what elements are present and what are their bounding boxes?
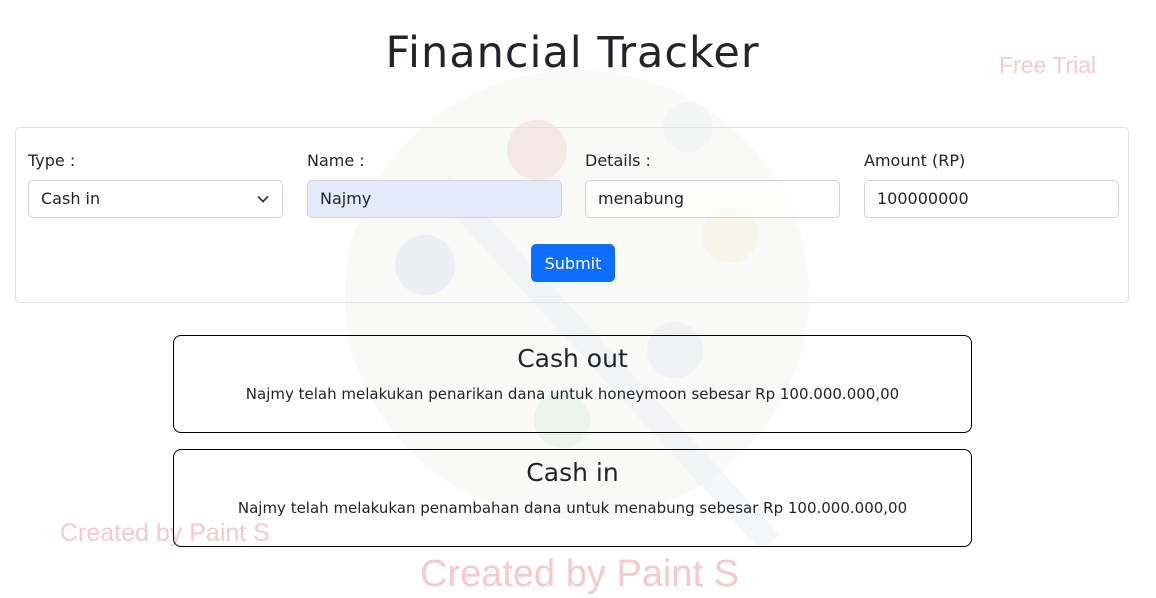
name-input[interactable]: Najmy: [307, 180, 562, 218]
created-by-watermark-large: Created by Paint S: [420, 553, 739, 595]
name-label: Name :: [307, 151, 365, 170]
transaction-type: Cash in: [526, 458, 619, 487]
page-title: Financial Tracker: [385, 28, 760, 78]
transaction-form: Type : Cash in Name : Najmy Details : me…: [15, 127, 1129, 303]
transaction-description: Najmy telah melakukan penarikan dana unt…: [245, 385, 900, 403]
details-input[interactable]: menabung: [585, 180, 840, 218]
type-label: Type :: [28, 151, 76, 170]
type-select[interactable]: Cash in: [28, 180, 283, 218]
type-field: Type : Cash in: [28, 151, 283, 218]
details-label: Details :: [585, 151, 651, 170]
amount-input[interactable]: 100000000: [864, 180, 1119, 218]
transaction-card: Cash in Najmy telah melakukan penambahan…: [173, 449, 972, 547]
amount-label: Amount (RP): [864, 151, 966, 170]
type-select-value: Cash in: [41, 189, 101, 208]
submit-button[interactable]: Submit: [531, 244, 615, 282]
chevron-down-icon: [257, 195, 269, 203]
transaction-description: Najmy telah melakukan penambahan dana un…: [237, 499, 908, 517]
details-field: Details : menabung: [585, 151, 840, 218]
name-field: Name : Najmy: [307, 151, 562, 218]
amount-field: Amount (RP) 100000000: [864, 151, 1119, 218]
transaction-card: Cash out Najmy telah melakukan penarikan…: [173, 335, 972, 433]
transaction-type: Cash out: [517, 344, 628, 373]
